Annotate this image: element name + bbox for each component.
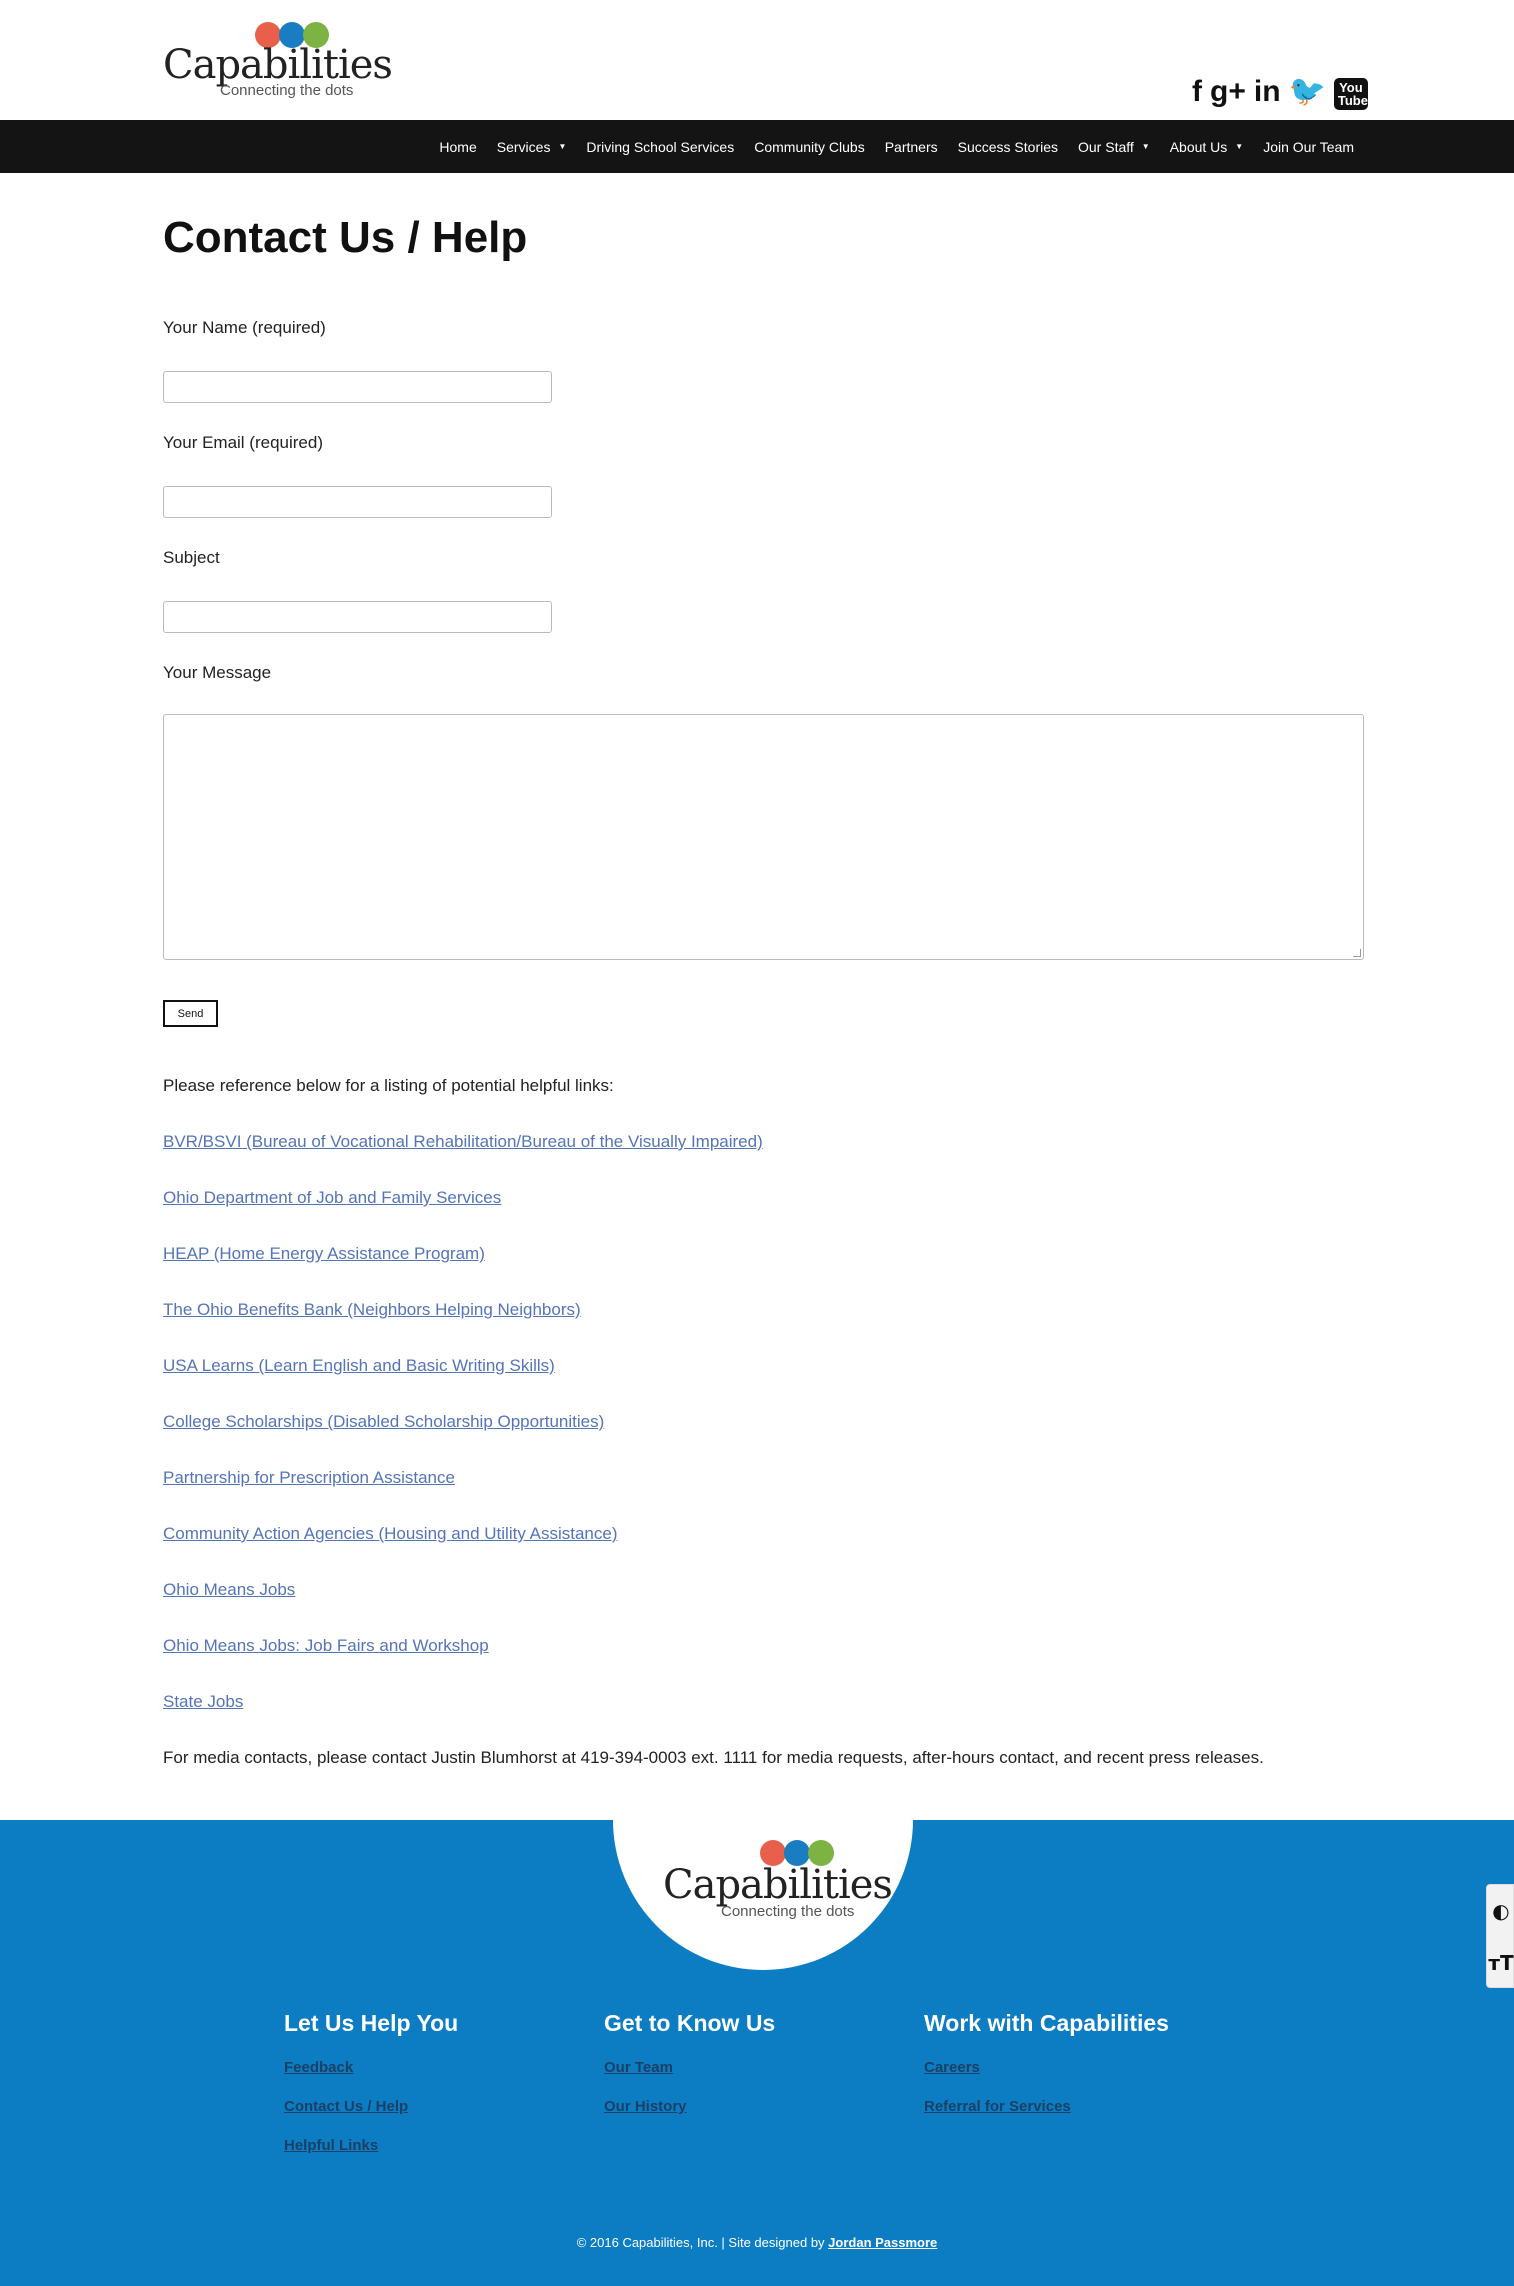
footer-column-work: Work with Capabilities Careers Referral …: [924, 2010, 1169, 2137]
message-field[interactable]: [163, 714, 1364, 960]
site-header: Capabilities Connecting the dots f g+ in…: [0, 0, 1514, 120]
nav-item-label: About Us: [1169, 138, 1228, 155]
footer-link-helpful-links[interactable]: Helpful Links: [284, 2137, 458, 2154]
nav-item-our-staff[interactable]: Our Staff ▼: [1078, 139, 1150, 155]
nav-item-label: Our Staff: [1078, 138, 1134, 155]
linkedin-icon[interactable]: in: [1254, 74, 1281, 110]
nav-item-label: Success Stories: [957, 138, 1058, 155]
email-field[interactable]: [163, 486, 552, 518]
footer-link-careers[interactable]: Careers: [924, 2059, 1169, 2076]
nav-item-join-our-team[interactable]: Join Our Team: [1263, 139, 1354, 155]
caret-down-icon: ▼: [1235, 142, 1244, 151]
email-label: Your Email (required): [163, 433, 323, 452]
footer-link-our-history[interactable]: Our History: [604, 2098, 775, 2115]
nav-item-label: Community Clubs: [754, 138, 865, 155]
main-nav: Home Services ▼ Driving School Services C…: [0, 120, 1514, 173]
nav-item-label: Partners: [884, 138, 938, 155]
message-label: Your Message: [163, 663, 272, 682]
helpful-link[interactable]: The Ohio Benefits Bank (Neighbors Helpin…: [163, 1300, 581, 1320]
media-contact-note: For media contacts, please contact Justi…: [163, 1748, 1264, 1767]
nav-item-label: Home: [439, 138, 477, 155]
nav-item-partners[interactable]: Partners: [885, 139, 938, 155]
nav-item-home[interactable]: Home: [439, 139, 476, 155]
helpful-link[interactable]: Community Action Agencies (Housing and U…: [163, 1524, 617, 1544]
nav-item-community-clubs[interactable]: Community Clubs: [754, 139, 864, 155]
site-footer: Capabilities Connecting the dots Let Us …: [0, 1820, 1514, 2286]
footer-link-feedback[interactable]: Feedback: [284, 2059, 458, 2076]
youtube-icon[interactable]: You Tube: [1333, 78, 1368, 110]
name-label: Your Name (required): [163, 318, 326, 337]
footer-link-our-team[interactable]: Our Team: [604, 2059, 775, 2076]
copyright: © 2016 Capabilities, Inc. | Site designe…: [0, 2235, 1514, 2250]
helpful-link[interactable]: USA Learns (Learn English and Basic Writ…: [163, 1356, 555, 1376]
footer-link-referral[interactable]: Referral for Services: [924, 2098, 1169, 2115]
contrast-icon[interactable]: ◐: [1487, 1885, 1514, 1937]
site-logo[interactable]: Capabilities Connecting the dots: [163, 22, 393, 102]
designer-link[interactable]: Jordan Passmore: [828, 2235, 937, 2250]
nav-item-services[interactable]: Services ▼: [497, 139, 567, 155]
footer-column-help: Let Us Help You Feedback Contact Us / He…: [284, 2010, 458, 2176]
caret-down-icon: ▼: [1141, 142, 1150, 151]
name-field[interactable]: [163, 371, 552, 403]
footer-logo[interactable]: Capabilities Connecting the dots: [663, 1840, 893, 1920]
google-plus-icon[interactable]: g+: [1210, 74, 1246, 110]
helpful-link[interactable]: State Jobs: [163, 1692, 243, 1712]
facebook-icon[interactable]: f: [1192, 74, 1202, 110]
send-button[interactable]: Send: [163, 1000, 218, 1027]
nav-item-success-stories[interactable]: Success Stories: [958, 139, 1058, 155]
caret-down-icon: ▼: [558, 142, 567, 151]
helpful-link[interactable]: BVR/BSVI (Bureau of Vocational Rehabilit…: [163, 1132, 763, 1152]
nav-item-label: Join Our Team: [1263, 138, 1354, 155]
font-size-icon[interactable]: тT: [1487, 1937, 1514, 1989]
nav-item-label: Services: [496, 138, 551, 155]
subject-field[interactable]: [163, 601, 552, 633]
logo-tagline: Connecting the dots: [721, 1903, 855, 1920]
helpful-link[interactable]: Ohio Means Jobs: [163, 1580, 295, 1600]
resize-handle-icon[interactable]: [1353, 949, 1361, 957]
links-intro: Please reference below for a listing of …: [163, 1076, 614, 1095]
nav-item-about-us[interactable]: About Us ▼: [1170, 139, 1244, 155]
page-title: Contact Us / Help: [163, 213, 528, 262]
logo-tagline: Connecting the dots: [220, 82, 354, 99]
nav-item-label: Driving School Services: [586, 138, 735, 155]
helpful-link[interactable]: Ohio Means Jobs: Job Fairs and Workshop: [163, 1636, 489, 1656]
footer-link-contact[interactable]: Contact Us / Help: [284, 2098, 458, 2115]
nav-item-driving-school-services[interactable]: Driving School Services: [586, 139, 734, 155]
footer-column-title: Get to Know Us: [604, 2010, 776, 2036]
accessibility-toolbar: ◐ тT: [1486, 1884, 1514, 1988]
twitter-icon[interactable]: 🐦: [1289, 74, 1326, 110]
helpful-link[interactable]: Partnership for Prescription Assistance: [163, 1468, 455, 1488]
copyright-text: © 2016 Capabilities, Inc. | Site designe…: [576, 2235, 825, 2250]
logo-wordmark: Capabilities: [663, 1862, 893, 1908]
footer-column-title: Work with Capabilities: [924, 2010, 1169, 2036]
footer-column-title: Let Us Help You: [284, 2010, 459, 2036]
subject-label: Subject: [163, 548, 220, 567]
footer-column-know-us: Get to Know Us Our Team Our History: [604, 2010, 775, 2137]
helpful-link[interactable]: HEAP (Home Energy Assistance Program): [163, 1244, 485, 1264]
helpful-link[interactable]: Ohio Department of Job and Family Servic…: [163, 1188, 501, 1208]
social-links: f g+ in 🐦 You Tube: [1192, 70, 1368, 110]
helpful-link[interactable]: College Scholarships (Disabled Scholarsh…: [163, 1412, 604, 1432]
